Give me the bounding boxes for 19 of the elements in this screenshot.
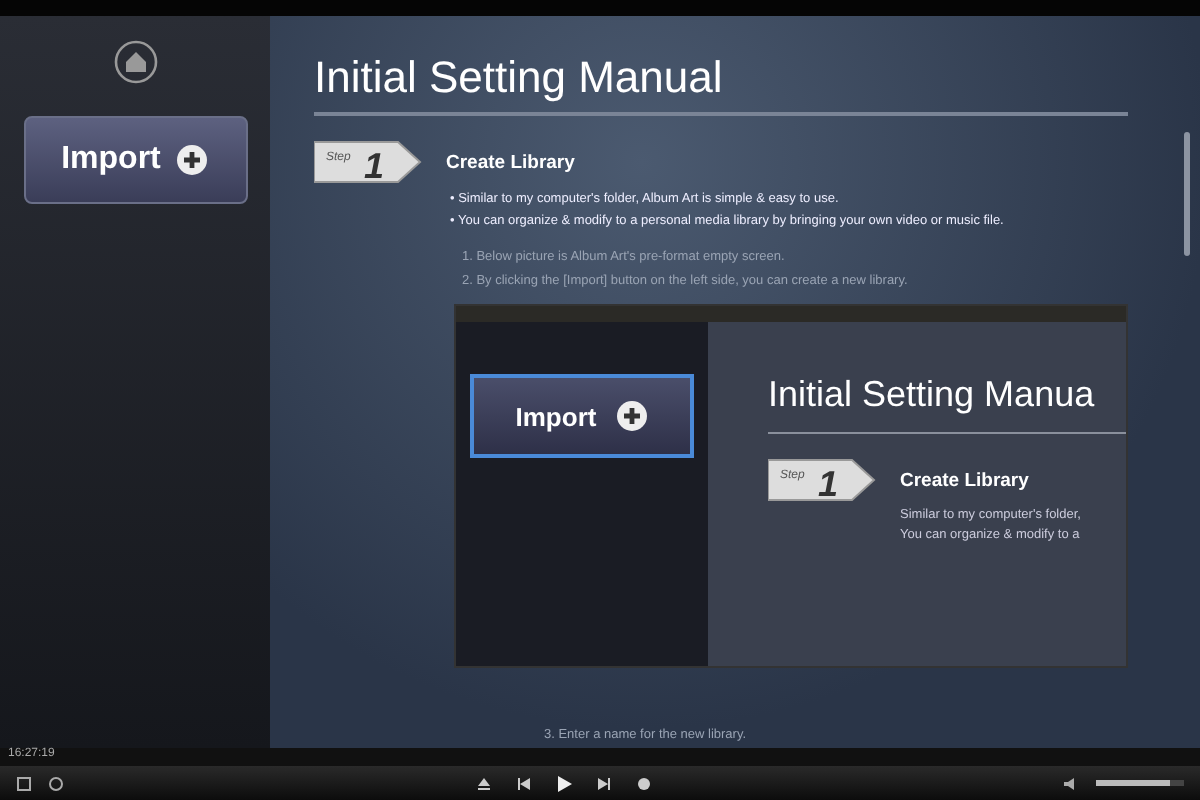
import-button[interactable]: Import — [470, 374, 694, 458]
plus-icon — [616, 400, 649, 432]
home-icon[interactable] — [113, 40, 157, 84]
step-heading: Create Library — [900, 469, 1029, 491]
manual-title: Initial Setting Manua — [768, 374, 1126, 434]
volume-icon[interactable] — [1064, 775, 1080, 791]
circle-icon[interactable] — [48, 775, 64, 791]
step-heading: Create Library — [446, 151, 575, 173]
play-icon[interactable] — [556, 775, 572, 791]
import-button[interactable]: Import — [23, 116, 247, 204]
list-icon[interactable] — [16, 775, 32, 791]
plus-icon — [176, 144, 209, 176]
manual-title: Initial Setting Manual — [314, 52, 1128, 116]
previous-icon[interactable] — [516, 775, 532, 791]
scrollbar-thumb[interactable] — [1184, 132, 1190, 256]
stop-icon[interactable] — [636, 775, 652, 791]
eject-icon[interactable] — [476, 775, 492, 791]
next-icon[interactable] — [596, 775, 612, 791]
volume-slider[interactable] — [1096, 780, 1184, 786]
